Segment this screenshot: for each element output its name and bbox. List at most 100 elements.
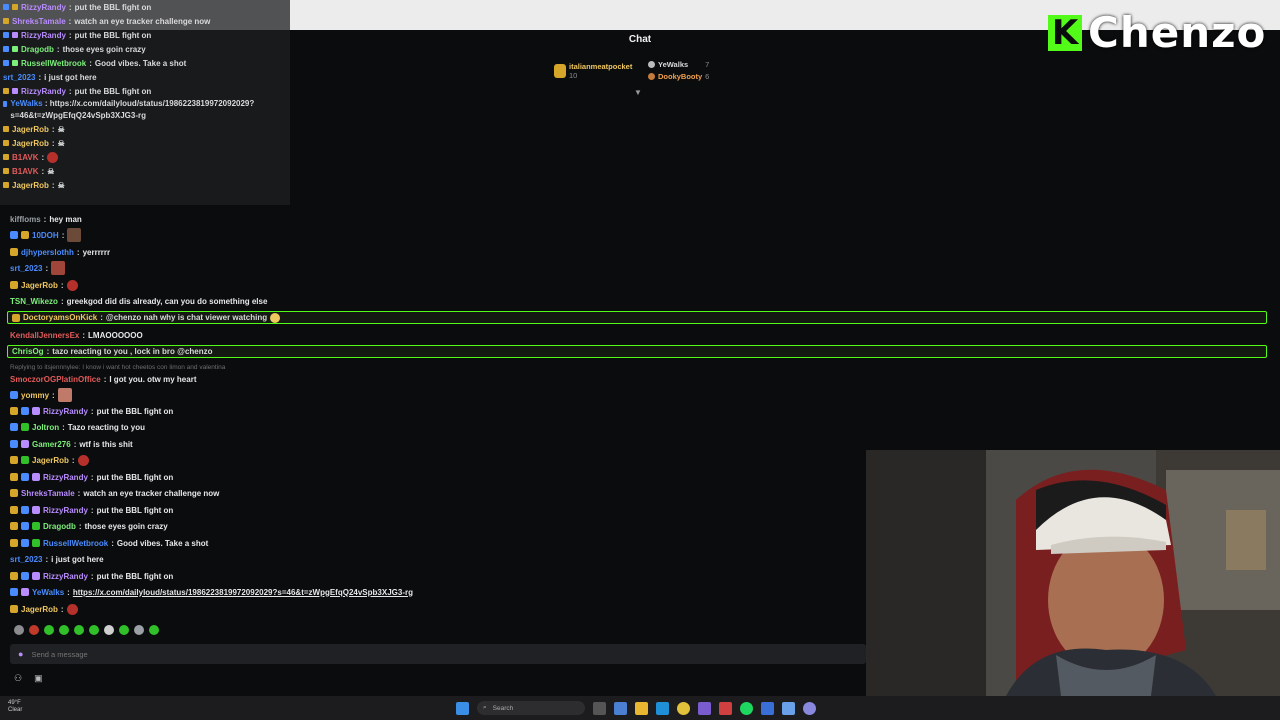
username[interactable]: srt_2023 [10, 264, 42, 273]
leaderboard-third-name[interactable]: DookyBooty [658, 72, 702, 81]
username[interactable]: srt_2023 [10, 555, 42, 564]
username[interactable]: JagerRob [12, 181, 49, 190]
send-message-box[interactable]: ● [10, 644, 866, 664]
username[interactable]: Dragodb [21, 45, 54, 54]
username[interactable]: JagerRob [32, 456, 69, 465]
username[interactable]: B1AVK [12, 153, 39, 162]
username[interactable]: YeWalks [32, 588, 64, 597]
username[interactable]: 10DOH [32, 231, 59, 240]
message-text: put the BBL fight on [96, 571, 174, 581]
username[interactable]: Dragodb [43, 522, 76, 531]
chat-message: srt_2023: [10, 261, 66, 275]
emote-icon[interactable] [134, 625, 144, 635]
message-text: hey man [49, 214, 82, 224]
username[interactable]: JagerRob [12, 139, 49, 148]
username[interactable]: ChrisOg [12, 347, 44, 356]
username[interactable]: TSN_Wikezo [10, 297, 58, 306]
badge-icon [3, 154, 9, 160]
users-icon[interactable]: ⚇ [14, 673, 22, 684]
username[interactable]: RizzyRandy [43, 407, 88, 416]
username[interactable]: yommy [21, 391, 49, 400]
badge-icon [3, 32, 9, 38]
username[interactable]: SmoczorOGPlatinOffice [10, 375, 101, 384]
gift-icon[interactable]: ▣ [34, 673, 43, 684]
chat-message: RizzyRandy: put the BBL fight on [10, 404, 173, 418]
emote-icon[interactable] [44, 625, 54, 635]
message-link[interactable]: https://x.com/dailyloud/status/198622381… [10, 99, 254, 120]
app-icon[interactable] [803, 701, 816, 715]
message-text: LMAOOOOOO [88, 330, 143, 340]
message-text: put the BBL fight on [74, 86, 152, 96]
chat-message: srt_2023: i just got here [10, 554, 104, 564]
badge-icon [10, 522, 18, 530]
emote-icon[interactable] [119, 625, 129, 635]
username[interactable]: RussellWetbrook [21, 59, 86, 68]
username[interactable]: KendallJennersEx [10, 331, 79, 340]
username[interactable]: djhyperslothh [21, 248, 74, 257]
app-icon[interactable] [761, 701, 774, 715]
skull-emote-icon: ☠ [57, 138, 65, 148]
gift-leaderboard[interactable]: italianmeatpocket 10 YeWalks 7 DookyBoot… [554, 58, 734, 88]
emote-icon[interactable] [14, 625, 24, 635]
leaderboard-second-name[interactable]: YeWalks [658, 60, 688, 69]
username[interactable]: DoctoryamsOnKick [23, 313, 97, 322]
file-explorer-icon[interactable] [635, 701, 648, 715]
taskbar-apps: ⌕ Search [456, 701, 816, 715]
weather-widget[interactable]: 49°F Clear [8, 700, 22, 714]
overlay-row: B1AVK: [0, 150, 290, 164]
emote-icon[interactable] [59, 625, 69, 635]
username[interactable]: RizzyRandy [43, 572, 88, 581]
username[interactable]: RussellWetbrook [43, 539, 108, 548]
app-icon[interactable] [782, 701, 795, 715]
message-text: wtf is this shit [79, 439, 133, 449]
app-icon[interactable] [698, 701, 711, 715]
windows-start-icon[interactable] [456, 701, 469, 715]
username[interactable]: B1AVK [12, 167, 39, 176]
username[interactable]: ShreksTamale [12, 17, 66, 26]
message-input[interactable] [29, 648, 734, 660]
username[interactable]: JagerRob [21, 605, 58, 614]
chevron-down-icon[interactable]: ▼ [634, 88, 642, 97]
username[interactable]: kiffloms [10, 215, 41, 224]
badge-icon [32, 539, 40, 547]
username[interactable]: JagerRob [21, 281, 58, 290]
badge-icon [10, 489, 18, 497]
message-text: put the BBL fight on [96, 472, 174, 482]
username[interactable]: RizzyRandy [21, 3, 66, 12]
emote-icon [47, 151, 59, 163]
message-text: i just got here [51, 554, 104, 564]
microphone-icon[interactable]: ● [18, 649, 23, 659]
spotify-icon[interactable] [740, 701, 753, 715]
username[interactable]: RizzyRandy [21, 31, 66, 40]
emote-icon[interactable] [104, 625, 114, 635]
message-text: watch an eye tracker challenge now [83, 488, 220, 498]
leaderboard-first-name[interactable]: italianmeatpocket [569, 62, 632, 71]
emote-icon[interactable] [149, 625, 159, 635]
username[interactable]: RizzyRandy [43, 506, 88, 515]
username[interactable]: Gamer276 [32, 440, 71, 449]
message-link[interactable]: https://x.com/dailyloud/status/198622381… [73, 588, 413, 597]
skull-emote-icon [66, 279, 78, 291]
badge-icon [10, 572, 18, 580]
username[interactable]: JagerRob [12, 125, 49, 134]
copilot-icon[interactable] [614, 701, 627, 715]
username[interactable]: srt_2023 [3, 73, 35, 82]
badge-icon [12, 313, 20, 322]
edge-icon[interactable] [656, 701, 669, 715]
crown-badge-icon [554, 64, 566, 78]
emote-icon[interactable] [89, 625, 99, 635]
username[interactable]: RizzyRandy [43, 473, 88, 482]
chrome-icon[interactable] [677, 701, 690, 715]
username[interactable]: YeWalks [10, 99, 42, 108]
badge-icon [21, 572, 29, 580]
badge-icon [10, 473, 18, 481]
emote-icon[interactable] [29, 625, 39, 635]
app-icon[interactable] [719, 701, 732, 715]
username[interactable]: RizzyRandy [21, 87, 66, 96]
badge-icon [10, 588, 18, 596]
emote-icon[interactable] [74, 625, 84, 635]
taskbar-search[interactable]: ⌕ Search [477, 701, 585, 715]
username[interactable]: Joltron [32, 423, 59, 432]
username[interactable]: ShreksTamale [21, 489, 75, 498]
task-view-icon[interactable] [593, 701, 606, 715]
